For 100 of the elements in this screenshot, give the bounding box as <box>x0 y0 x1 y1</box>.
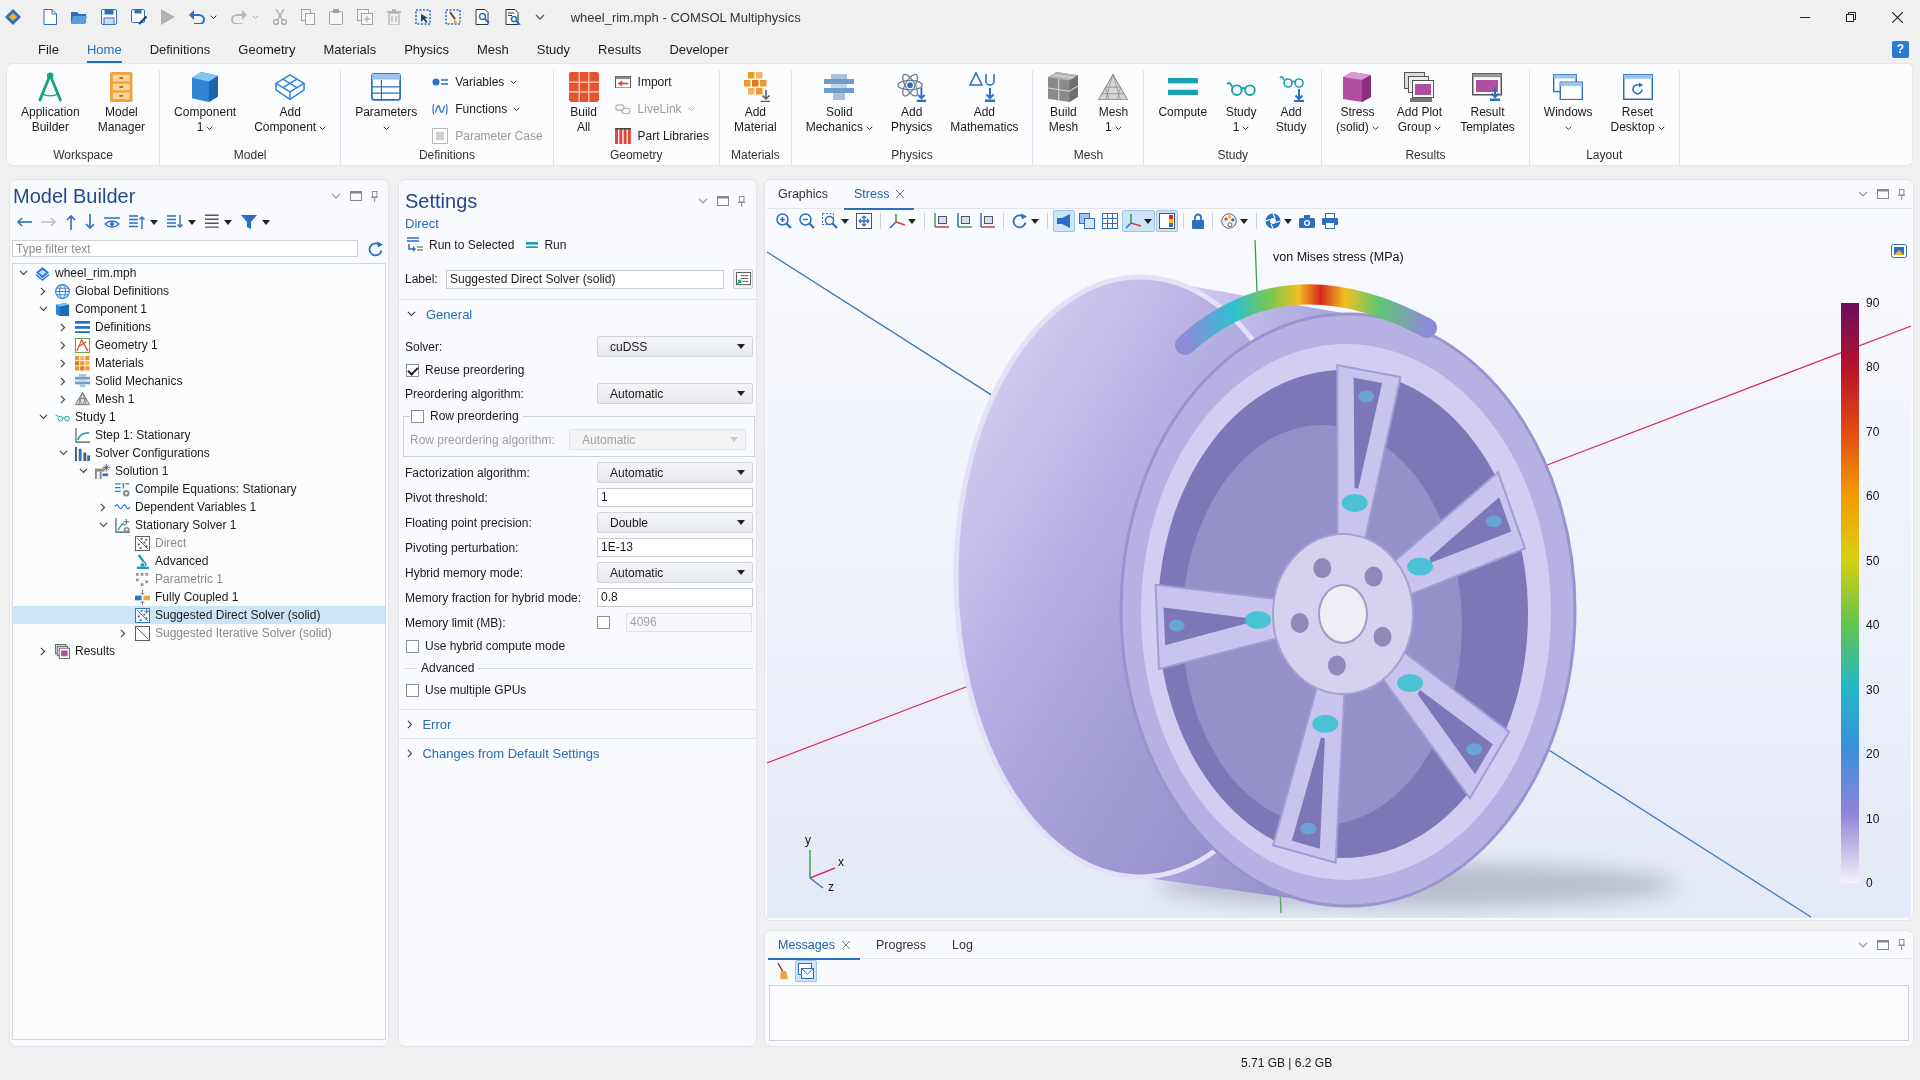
parameters-button[interactable]: Parameters <box>348 70 425 135</box>
variables-button[interactable]: Variables <box>428 71 546 93</box>
view-tab[interactable]: Stress <box>844 179 915 209</box>
section-header[interactable]: General <box>405 300 473 328</box>
restore-icon[interactable] <box>1846 12 1856 22</box>
tree-item[interactable]: Solver Configurations <box>13 444 385 462</box>
run-selected-button[interactable]: Run to Selected <box>407 237 515 253</box>
chevron-down-icon[interactable] <box>98 522 108 528</box>
tree-item[interactable]: Suggested Direct Solver (solid) <box>13 606 385 624</box>
chevron-right-icon[interactable] <box>407 748 413 758</box>
selection-box-icon[interactable] <box>414 9 431 25</box>
chevron-right-icon[interactable] <box>407 719 413 729</box>
import-button[interactable]: Import <box>610 71 712 93</box>
legend-button[interactable] <box>1156 210 1178 232</box>
tree-item[interactable]: Global Definitions <box>13 282 385 300</box>
zoom-extents-button[interactable] <box>853 210 875 232</box>
dropdown[interactable]: Automatic <box>597 462 753 483</box>
checkbox[interactable] <box>406 639 419 653</box>
label-field[interactable]: Suggested Direct Solver (solid) <box>446 269 725 289</box>
print-button[interactable] <box>1319 210 1341 232</box>
menu-tab[interactable]: File <box>24 34 73 64</box>
folder-icon[interactable] <box>71 10 87 24</box>
save-icon[interactable] <box>101 9 117 25</box>
solid-mechanics-button[interactable]: Solid Mechanics <box>798 70 880 135</box>
menu-tab[interactable]: Geometry <box>224 34 310 64</box>
text-field[interactable]: 0.8 <box>597 588 753 607</box>
caret-icon[interactable] <box>261 220 270 225</box>
chevron-right-icon[interactable] <box>40 646 46 656</box>
tree-item[interactable]: Compile Equations: Stationary <box>13 480 385 498</box>
tree-item[interactable]: Step 1: Stationary <box>13 426 385 444</box>
add-physics-button[interactable]: Add Physics <box>884 70 940 135</box>
pin-icon[interactable] <box>1897 188 1905 200</box>
pin-icon[interactable] <box>370 190 378 202</box>
chevron-down-icon[interactable] <box>18 270 28 276</box>
caret-icon[interactable] <box>188 220 196 225</box>
reset-desktop-button[interactable]: Reset Desktop <box>1603 70 1672 135</box>
chevron-down-icon[interactable] <box>78 468 88 474</box>
label-options-button[interactable] <box>733 269 753 289</box>
tree-item[interactable]: Solution 1 <box>13 462 385 480</box>
left-arrow-icon[interactable] <box>16 217 32 227</box>
app-builder-button[interactable]: Application Builder <box>14 70 87 135</box>
chevron-right-icon[interactable] <box>60 322 66 332</box>
undo-icon[interactable] <box>188 10 205 24</box>
caret-icon[interactable] <box>223 220 232 225</box>
transparency-button[interactable] <box>1076 210 1098 232</box>
chevron-down-icon[interactable] <box>534 14 545 20</box>
add-component-button[interactable]: Add Component <box>247 70 334 135</box>
minimize-icon[interactable] <box>1800 16 1810 18</box>
grid-button[interactable] <box>1099 210 1121 232</box>
pin-icon[interactable] <box>1897 939 1905 950</box>
caret-icon[interactable] <box>150 220 158 225</box>
mesh-button[interactable]: Mesh 1 <box>1090 70 1137 135</box>
eye-icon[interactable] <box>104 216 120 228</box>
tree-item[interactable]: Mesh 1 <box>13 390 385 408</box>
panel-tab[interactable]: Messages <box>768 930 860 959</box>
section-header[interactable]: Changes from Default Settings <box>405 739 600 767</box>
tree-item[interactable]: Stationary Solver 1 <box>13 516 385 534</box>
scene-light-button[interactable] <box>1053 210 1075 232</box>
show-messages-button[interactable] <box>795 960 817 982</box>
tree-item[interactable]: Solid Mechanics <box>13 372 385 390</box>
tree-item[interactable]: Advanced <box>13 552 385 570</box>
chevron-right-icon[interactable] <box>100 502 106 512</box>
panel-tab[interactable]: Progress <box>866 930 936 959</box>
menu-tab[interactable]: Physics <box>390 34 463 64</box>
chevron-right-icon[interactable] <box>60 376 66 386</box>
new-file-icon[interactable] <box>43 9 57 25</box>
tree-item[interactable]: Geometry 1 <box>13 336 385 354</box>
checkbox[interactable] <box>411 409 424 423</box>
tree-item[interactable]: Study 1 <box>13 408 385 426</box>
funnel-icon[interactable] <box>240 215 257 229</box>
study-button[interactable]: Study 1 <box>1218 70 1265 135</box>
tree-item[interactable]: wheel_rim.mph <box>13 264 385 282</box>
sort-down-icon[interactable] <box>167 215 183 229</box>
search-document-icon[interactable] <box>474 9 491 25</box>
plot-group-button[interactable]: Stress (solid) <box>1329 70 1386 135</box>
save-as-icon[interactable] <box>131 9 147 25</box>
checkbox[interactable] <box>406 683 419 697</box>
dropdown[interactable]: Automatic <box>597 562 753 583</box>
dropdown[interactable]: Automatic <box>597 383 753 404</box>
tree-item[interactable]: Fully Coupled 1 <box>13 588 385 606</box>
part-libraries-button[interactable]: Part Libraries <box>610 125 712 147</box>
chevron-down-icon[interactable] <box>58 450 68 456</box>
tree-item[interactable]: Definitions <box>13 318 385 336</box>
maximize-icon[interactable] <box>349 191 362 201</box>
checkbox[interactable] <box>406 363 419 377</box>
chevron-right-icon[interactable] <box>60 358 66 368</box>
add-mathematics-button[interactable]: Add Mathematics <box>943 70 1026 135</box>
menu-tab[interactable]: Developer <box>655 34 743 64</box>
chevron-right-icon[interactable] <box>40 286 46 296</box>
list-icon[interactable] <box>205 214 219 230</box>
run-button[interactable]: Run <box>526 238 567 252</box>
up-arrow-icon[interactable] <box>66 214 76 230</box>
chevron-down-icon[interactable] <box>38 414 48 420</box>
selection-brush-icon[interactable] <box>444 9 461 25</box>
chevron-down-icon[interactable] <box>407 311 416 317</box>
model-manager-button[interactable]: Model Manager <box>90 70 153 135</box>
chevron-down-icon[interactable] <box>38 306 48 312</box>
pin-icon[interactable] <box>737 195 745 207</box>
build-all-button[interactable]: Build All <box>560 70 607 135</box>
panel-tab[interactable]: Log <box>942 930 983 959</box>
